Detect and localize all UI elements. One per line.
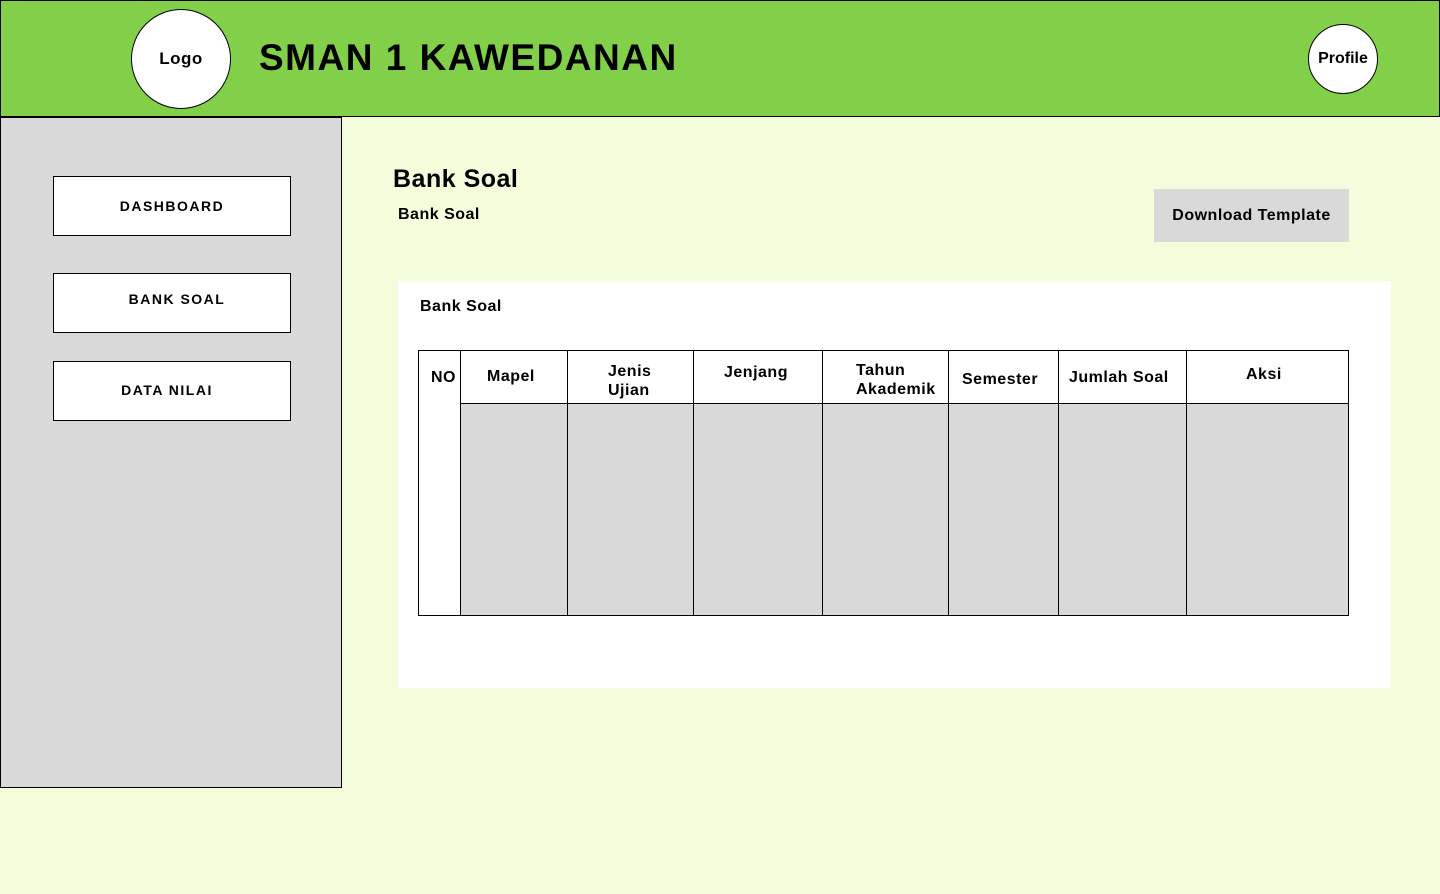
column-header-label: Tahun Akademik [856, 362, 936, 398]
column-semester: Semester [948, 351, 1058, 615]
bank-soal-card: Bank Soal NO Mapel Jenis Ujian Jenjang T… [398, 281, 1391, 688]
column-mapel: Mapel [460, 351, 567, 615]
breadcrumb: Bank Soal [398, 206, 480, 223]
column-body [1059, 404, 1186, 615]
column-header-label: Jumlah Soal [1069, 369, 1169, 386]
column-header-label: Jenis Ujian [608, 363, 652, 399]
sidebar-item-data-nilai[interactable]: DATA NILAI [53, 361, 291, 421]
column-header: Jenjang [694, 351, 822, 404]
column-header-label: Jenjang [724, 364, 788, 381]
column-tahun-akademik: Tahun Akademik [822, 351, 948, 615]
column-header-label: Semester [962, 371, 1039, 388]
sidebar-item-bank-soal[interactable]: BANK SOAL [53, 273, 291, 333]
column-body [419, 404, 460, 615]
column-header: Jenis Ujian [568, 351, 693, 404]
column-header: Jumlah Soal [1059, 351, 1186, 404]
bank-soal-table: NO Mapel Jenis Ujian Jenjang Tahun Akade… [418, 350, 1349, 616]
download-template-button[interactable]: Download Template [1154, 189, 1349, 242]
sidebar: DASHBOARD BANK SOAL DATA NILAI [0, 117, 342, 788]
column-aksi: Aksi [1186, 351, 1348, 615]
column-header: Semester [949, 351, 1058, 404]
column-header: NO [419, 351, 460, 404]
column-jenis-ujian: Jenis Ujian [567, 351, 693, 615]
column-header: Mapel [461, 351, 567, 404]
page-title: Bank Soal [393, 165, 519, 193]
header-bar: Logo SMAN 1 KAWEDANAN Profile [0, 0, 1440, 117]
card-title: Bank Soal [420, 298, 502, 315]
column-body [1187, 404, 1348, 615]
profile-button[interactable]: Profile [1308, 24, 1378, 94]
column-header: Tahun Akademik [823, 351, 948, 404]
school-name: SMAN 1 KAWEDANAN [259, 37, 678, 78]
column-body [949, 404, 1058, 615]
column-body [568, 404, 693, 615]
column-body [823, 404, 948, 615]
column-header-label: Aksi [1246, 366, 1282, 383]
column-jenjang: Jenjang [693, 351, 822, 615]
column-header-label: NO [431, 369, 456, 386]
column-body [461, 404, 567, 615]
column-header-label: Mapel [487, 368, 535, 385]
column-header: Aksi [1187, 351, 1348, 404]
sidebar-item-dashboard[interactable]: DASHBOARD [53, 176, 291, 236]
column-jumlah-soal: Jumlah Soal [1058, 351, 1186, 615]
column-body [694, 404, 822, 615]
column-no: NO [419, 351, 460, 615]
school-logo[interactable]: Logo [131, 9, 231, 109]
